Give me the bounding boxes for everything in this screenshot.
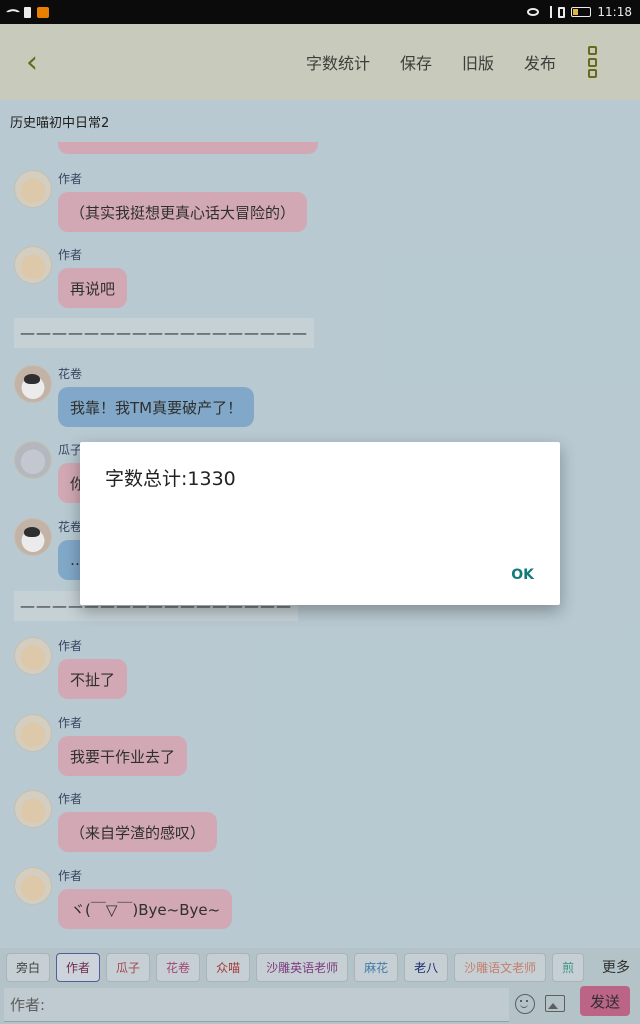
role-chip[interactable]: 沙雕英语老师 — [256, 952, 349, 982]
message-speaker: 作者 — [58, 869, 83, 883]
status-bar: 11:18 — [0, 0, 640, 24]
role-chip-selected[interactable]: 作者 — [56, 952, 101, 982]
avatar[interactable] — [14, 246, 52, 284]
app-bar: ‹ 字数统计 保存 旧版 发布 — [0, 24, 640, 100]
message-bubble[interactable]: 再说吧 — [58, 268, 128, 308]
divider-text[interactable]: —————————————————— — [14, 318, 314, 348]
message-speaker: 作者 — [58, 639, 83, 653]
message-speaker: 作者 — [58, 172, 83, 186]
publish-button[interactable]: 发布 — [524, 50, 556, 74]
emoji-icon[interactable] — [515, 994, 535, 1014]
bluetooth-icon — [545, 6, 553, 18]
word-count-button[interactable]: 字数统计 — [306, 50, 370, 74]
avatar[interactable] — [14, 867, 52, 905]
back-button[interactable]: ‹ — [16, 44, 48, 80]
role-chip[interactable]: 沙雕语文老师 — [454, 952, 547, 982]
weibo-notification-icon — [37, 6, 49, 18]
message-speaker: 花卷 — [58, 367, 83, 381]
document-title: 历史喵初中日常2 — [0, 100, 640, 142]
message-speaker: 作者 — [58, 716, 83, 730]
role-selector: 旁白 作者 瓜子 花卷 众喵 沙雕英语老师 麻花 老八 沙雕语文老师 煎 更多 — [0, 948, 640, 986]
status-time: 11:18 — [597, 5, 632, 19]
dialog-title: 字数总计:1330 — [105, 468, 236, 490]
header-actions: 字数统计 保存 旧版 发布 — [306, 24, 556, 100]
chevron-left-icon: ‹ — [26, 44, 38, 80]
eye-icon — [527, 8, 540, 16]
more-roles-button[interactable]: 更多 — [592, 948, 640, 986]
avatar[interactable] — [14, 637, 52, 675]
role-chip[interactable]: 花卷 — [156, 952, 201, 982]
avatar[interactable] — [14, 518, 52, 556]
avatar[interactable] — [14, 365, 52, 403]
message-bubble[interactable]: ヾ(￣▽￣)Bye~Bye~ — [58, 889, 233, 929]
send-button[interactable]: 发送 — [580, 986, 630, 1016]
input-bar: 作者: 发送 — [0, 986, 640, 1024]
message-bubble[interactable]: （其实我挺想更真心话大冒险的） — [58, 192, 308, 232]
role-chip[interactable]: 旁白 — [6, 952, 51, 982]
role-chip[interactable]: 煎 — [552, 952, 585, 982]
message-bubble[interactable]: 我要干作业去了 — [58, 736, 188, 776]
image-icon[interactable] — [545, 995, 565, 1012]
word-count-dialog: 字数总计:1330 OK — [80, 442, 560, 605]
message-bubble[interactable]: （来自学渣的感叹） — [58, 812, 218, 852]
message-speaker: 瓜子 — [58, 443, 83, 457]
old-version-button[interactable]: 旧版 — [462, 50, 494, 74]
role-chip[interactable]: 瓜子 — [106, 952, 151, 982]
role-chip[interactable]: 众喵 — [206, 952, 251, 982]
avatar[interactable] — [14, 714, 52, 752]
ok-button[interactable]: OK — [511, 567, 534, 583]
message-bubble[interactable]: 我靠！我TM真要破产了！ — [58, 387, 255, 427]
avatar[interactable] — [14, 441, 52, 479]
avatar[interactable] — [14, 790, 52, 828]
avatar[interactable] — [14, 170, 52, 208]
message-speaker: 花卷 — [58, 520, 83, 534]
more-vertical-icon[interactable] — [586, 46, 598, 78]
vibrate-icon — [558, 6, 566, 18]
save-button[interactable]: 保存 — [400, 50, 432, 74]
wifi-icon — [5, 4, 21, 20]
message-input[interactable]: 作者: — [4, 988, 509, 1022]
message-speaker: 作者 — [58, 248, 83, 262]
battery-icon — [571, 7, 592, 17]
sim-icon — [24, 6, 31, 18]
role-chip[interactable]: 麻花 — [354, 952, 399, 982]
message-bubble[interactable]: 不扯了 — [58, 659, 128, 699]
message-speaker: 作者 — [58, 792, 83, 806]
role-chip[interactable]: 老八 — [404, 952, 449, 982]
message-bubble-partial[interactable] — [58, 142, 318, 154]
